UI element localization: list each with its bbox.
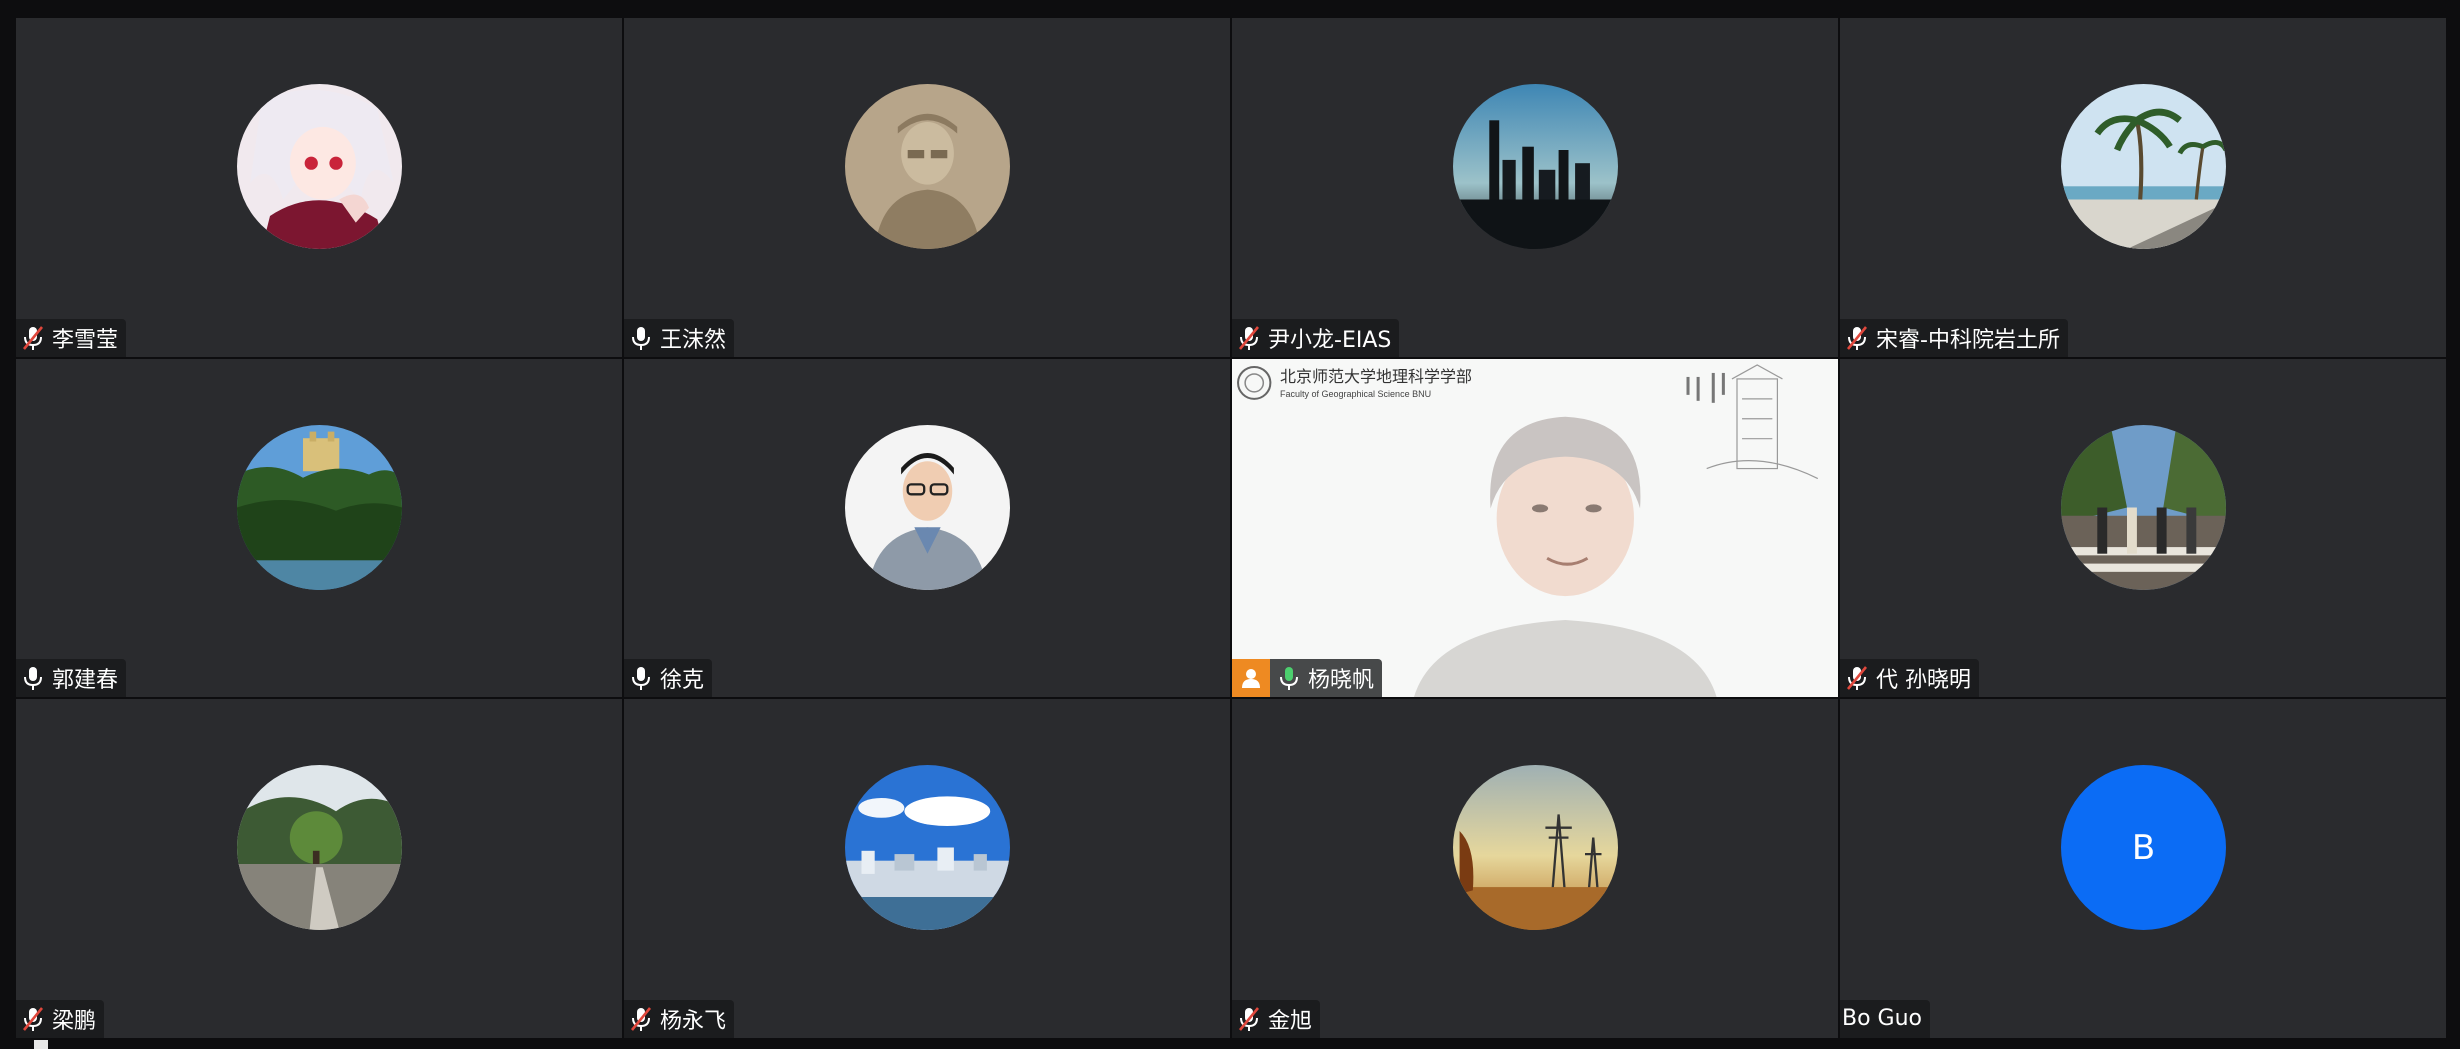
microphone-muted-icon[interactable] (20, 1005, 46, 1033)
participant-tile[interactable]: 杨永飞 (624, 699, 1230, 1038)
participant-name: 王沫然 (660, 327, 727, 353)
participant-tile[interactable]: B Bo Guo (1840, 699, 2446, 1038)
participant-name: 杨永飞 (660, 1008, 727, 1034)
participant-nametag: 金旭 (1232, 999, 1321, 1038)
participant-name: 金旭 (1268, 1008, 1313, 1034)
avatar (845, 765, 1010, 931)
participant-name: 郭建春 (52, 668, 119, 694)
camera-feed (1232, 358, 1838, 698)
power-pylons-image (1453, 765, 1618, 931)
participant-tile[interactable]: 金旭 (1232, 699, 1838, 1038)
microphone-muted-icon[interactable] (1844, 324, 1870, 352)
participant-nametag: 尹小龙-EIAS (1232, 318, 1400, 357)
video-grid: 李雪莹 王沫然 尹小龙-EIAS 宋睿-中科院岩土所 郭建春 徐克 北京师范大学… (16, 18, 2446, 1038)
participant-tile[interactable]: 尹小龙-EIAS (1232, 18, 1838, 357)
microphone-icon[interactable] (628, 324, 654, 352)
participant-tile[interactable]: 梁鹏 (16, 699, 622, 1038)
microphone-muted-icon[interactable] (628, 1005, 654, 1033)
participant-name: 徐克 (660, 668, 705, 694)
avatar (237, 84, 402, 249)
participant-tile[interactable]: 代 孙晓明 (1840, 358, 2446, 698)
participant-tile[interactable]: 李雪莹 (16, 18, 622, 357)
avatar (845, 424, 1010, 590)
participant-nametag: 宋睿-中科院岩土所 (1840, 318, 2068, 357)
participant-nametag: 郭建春 (16, 659, 127, 698)
participant-nametag: 代 孙晓明 (1840, 659, 1979, 698)
faculty-title: 北京师范大学地理科学学部 (1280, 366, 1473, 386)
city-skyline-image (1453, 84, 1618, 249)
avatar (845, 84, 1010, 249)
participant-tile[interactable]: 宋睿-中科院岩土所 (1840, 18, 2446, 357)
microphone-muted-icon[interactable] (20, 324, 46, 352)
avatar (237, 424, 402, 590)
participant-tile[interactable]: 王沫然 (624, 18, 1230, 357)
avatar (1453, 765, 1618, 931)
microphone-muted-icon[interactable] (1236, 324, 1262, 352)
portrait-photo-image (845, 424, 1010, 590)
participant-nametag: 梁鹏 (16, 999, 105, 1038)
participant-name: 代 孙晓明 (1876, 668, 1971, 694)
participant-nametag: 徐克 (624, 659, 713, 698)
microphone-icon[interactable] (20, 664, 46, 692)
participant-name: 宋睿-中科院岩土所 (1876, 327, 2060, 353)
avatar (2061, 424, 2226, 590)
participant-name: 李雪莹 (52, 327, 119, 353)
microphone-muted-icon[interactable] (1236, 1005, 1262, 1033)
participant-nametag: 王沫然 (624, 318, 735, 357)
participant-nametag: 杨晓帆 (1232, 659, 1383, 698)
participant-nametag: Bo Guo (1840, 999, 1930, 1038)
participant-name: Bo Guo (1842, 1006, 1922, 1032)
faculty-subtitle: Faculty of Geographical Science BNU (1280, 388, 1432, 399)
microphone-icon[interactable] (628, 664, 654, 692)
participant-nametag: 杨永飞 (624, 999, 735, 1038)
castle-lake-image (237, 424, 402, 590)
participant-tile[interactable]: 郭建春 (16, 358, 622, 698)
host-person-icon (1232, 659, 1270, 698)
participant-name: 杨晓帆 (1308, 668, 1375, 694)
participant-name: 尹小龙-EIAS (1268, 327, 1392, 353)
microphone-icon[interactable] (1276, 664, 1302, 692)
tree-path-image (237, 765, 402, 931)
microphone-muted-icon[interactable] (1844, 664, 1870, 692)
anime-avatar-image (237, 84, 402, 249)
sketch-portrait-image (845, 84, 1010, 249)
participant-nametag: 李雪莹 (16, 318, 127, 357)
participant-name: 梁鹏 (52, 1008, 97, 1034)
window-corner-handle (34, 1040, 48, 1049)
blue-sky-city-image (845, 765, 1010, 931)
avatar (1453, 84, 1618, 249)
avatar (2061, 84, 2226, 249)
active-speaker-video-tile[interactable]: 北京师范大学地理科学学部 Faculty of Geographical Sci… (1232, 358, 1838, 698)
zebra-crossing-image (2061, 424, 2226, 590)
avatar (237, 765, 402, 931)
palm-beach-image (2061, 84, 2226, 249)
letter-avatar: B (2061, 765, 2226, 931)
participant-tile[interactable]: 徐克 (624, 358, 1230, 698)
